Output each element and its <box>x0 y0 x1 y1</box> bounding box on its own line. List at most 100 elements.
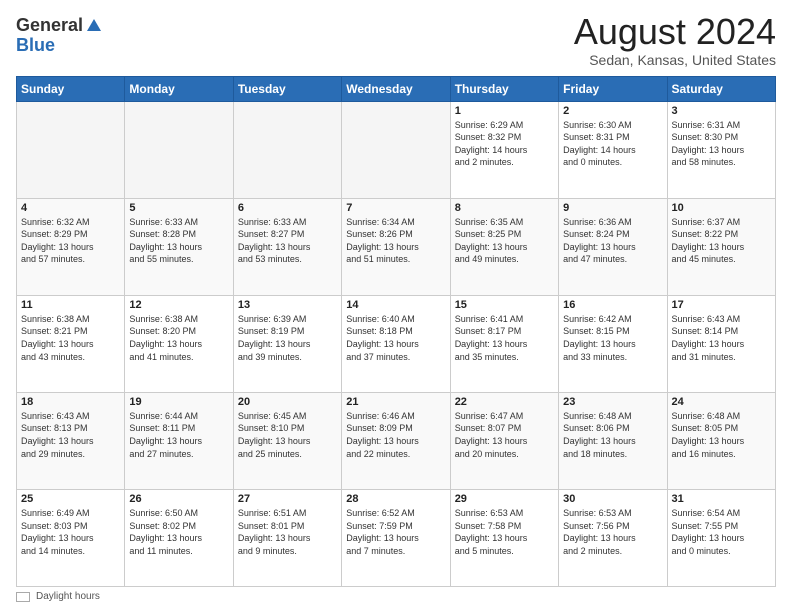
day-number: 29 <box>455 493 554 505</box>
day-number: 30 <box>563 493 662 505</box>
calendar-cell <box>17 101 125 198</box>
day-info: Sunrise: 6:53 AMSunset: 7:56 PMDaylight:… <box>563 507 662 557</box>
weekday-header: Sunday <box>17 76 125 101</box>
day-number: 25 <box>21 493 120 505</box>
day-info: Sunrise: 6:41 AMSunset: 8:17 PMDaylight:… <box>455 313 554 363</box>
location: Sedan, Kansas, United States <box>574 52 776 68</box>
calendar-cell: 26Sunrise: 6:50 AMSunset: 8:02 PMDayligh… <box>125 489 233 586</box>
day-number: 20 <box>238 396 337 408</box>
calendar-cell: 13 Sunrise: 6:39 AMSunset: 8:19 PMDayligh… <box>233 295 341 392</box>
day-number: 18 <box>21 396 120 408</box>
day-number: 31 <box>672 493 771 505</box>
weekday-header: Monday <box>125 76 233 101</box>
day-number: 15 <box>455 299 554 311</box>
day-info: Sunrise: 6:35 AMSunset: 8:25 PMDaylight:… <box>455 216 554 266</box>
day-info: Sunrise: 6:32 AMSunset: 8:29 PMDaylight:… <box>21 216 120 266</box>
day-number: 24 <box>672 396 771 408</box>
calendar-cell: 8 Sunrise: 6:35 AMSunset: 8:25 PMDaylight… <box>450 198 558 295</box>
day-number: 23 <box>563 396 662 408</box>
day-info: Sunrise: 6:53 AMSunset: 7:58 PMDaylight:… <box>455 507 554 557</box>
calendar-cell: 15 Sunrise: 6:41 AMSunset: 8:17 PMDayligh… <box>450 295 558 392</box>
day-number: 8 <box>455 202 554 214</box>
day-number: 5 <box>129 202 228 214</box>
month-title: August 2024 <box>574 12 776 52</box>
day-info: Sunrise: 6:36 AMSunset: 8:24 PMDaylight:… <box>563 216 662 266</box>
day-info: Sunrise: 6:43 AMSunset: 8:14 PMDaylight:… <box>672 313 771 363</box>
day-info: Sunrise: 6:39 AMSunset: 8:19 PMDaylight:… <box>238 313 337 363</box>
day-info: Sunrise: 6:33 AMSunset: 8:28 PMDaylight:… <box>129 216 228 266</box>
calendar-cell: 9 Sunrise: 6:36 AMSunset: 8:24 PMDaylight… <box>559 198 667 295</box>
calendar-cell <box>342 101 450 198</box>
day-info: Sunrise: 6:43 AMSunset: 8:13 PMDaylight:… <box>21 410 120 460</box>
day-number: 27 <box>238 493 337 505</box>
calendar-cell: 31 Sunrise: 6:54 AMSunset: 7:55 PMDayligh… <box>667 489 775 586</box>
logo: General Blue <box>16 16 103 56</box>
page: General Blue August 2024 Sedan, Kansas, … <box>0 0 792 612</box>
day-info: Sunrise: 6:30 AMSunset: 8:31 PMDaylight:… <box>563 119 662 169</box>
calendar-cell: 30 Sunrise: 6:53 AMSunset: 7:56 PMDayligh… <box>559 489 667 586</box>
calendar-cell: 11 Sunrise: 6:38 AMSunset: 8:21 PMDayligh… <box>17 295 125 392</box>
daylight-box <box>16 592 30 602</box>
day-number: 14 <box>346 299 445 311</box>
calendar-cell: 1Sunrise: 6:29 AMSunset: 8:32 PMDaylight… <box>450 101 558 198</box>
calendar-cell: 14 Sunrise: 6:40 AMSunset: 8:18 PMDayligh… <box>342 295 450 392</box>
calendar-cell: 18 Sunrise: 6:43 AMSunset: 8:13 PMDayligh… <box>17 392 125 489</box>
day-info: Sunrise: 6:51 AMSunset: 8:01 PMDaylight:… <box>238 507 337 557</box>
day-number: 2 <box>563 105 662 117</box>
calendar-cell: 23Sunrise: 6:48 AMSunset: 8:06 PMDayligh… <box>559 392 667 489</box>
logo-general-text: General <box>16 16 83 36</box>
day-number: 10 <box>672 202 771 214</box>
calendar-cell: 27 Sunrise: 6:51 AMSunset: 8:01 PMDayligh… <box>233 489 341 586</box>
day-number: 21 <box>346 396 445 408</box>
calendar-cell: 4 Sunrise: 6:32 AMSunset: 8:29 PMDaylight… <box>17 198 125 295</box>
calendar-cell: 25 Sunrise: 6:49 AMSunset: 8:03 PMDayligh… <box>17 489 125 586</box>
weekday-header: Friday <box>559 76 667 101</box>
calendar-cell <box>125 101 233 198</box>
day-info: Sunrise: 6:52 AMSunset: 7:59 PMDaylight:… <box>346 507 445 557</box>
daylight-label: Daylight hours <box>36 591 100 602</box>
day-number: 16 <box>563 299 662 311</box>
day-info: Sunrise: 6:31 AMSunset: 8:30 PMDaylight:… <box>672 119 771 169</box>
day-number: 11 <box>21 299 120 311</box>
calendar-cell: 19Sunrise: 6:44 AMSunset: 8:11 PMDayligh… <box>125 392 233 489</box>
day-info: Sunrise: 6:37 AMSunset: 8:22 PMDaylight:… <box>672 216 771 266</box>
title-block: August 2024 Sedan, Kansas, United States <box>574 12 776 68</box>
logo-icon <box>85 17 103 35</box>
day-info: Sunrise: 6:46 AMSunset: 8:09 PMDaylight:… <box>346 410 445 460</box>
day-number: 13 <box>238 299 337 311</box>
day-info: Sunrise: 6:42 AMSunset: 8:15 PMDaylight:… <box>563 313 662 363</box>
day-info: Sunrise: 6:34 AMSunset: 8:26 PMDaylight:… <box>346 216 445 266</box>
calendar-cell: 3 Sunrise: 6:31 AMSunset: 8:30 PMDaylight… <box>667 101 775 198</box>
day-number: 28 <box>346 493 445 505</box>
calendar-cell: 29 Sunrise: 6:53 AMSunset: 7:58 PMDayligh… <box>450 489 558 586</box>
calendar-header: SundayMondayTuesdayWednesdayThursdayFrid… <box>17 76 776 101</box>
day-info: Sunrise: 6:49 AMSunset: 8:03 PMDaylight:… <box>21 507 120 557</box>
day-number: 4 <box>21 202 120 214</box>
weekday-header: Tuesday <box>233 76 341 101</box>
day-number: 12 <box>129 299 228 311</box>
calendar-cell: 6Sunrise: 6:33 AMSunset: 8:27 PMDaylight… <box>233 198 341 295</box>
day-info: Sunrise: 6:29 AMSunset: 8:32 PMDaylight:… <box>455 119 554 169</box>
day-number: 9 <box>563 202 662 214</box>
calendar-cell: 5 Sunrise: 6:33 AMSunset: 8:28 PMDaylight… <box>125 198 233 295</box>
day-number: 3 <box>672 105 771 117</box>
footer: Daylight hours <box>16 591 776 602</box>
day-number: 17 <box>672 299 771 311</box>
day-info: Sunrise: 6:38 AMSunset: 8:21 PMDaylight:… <box>21 313 120 363</box>
calendar-cell: 17 Sunrise: 6:43 AMSunset: 8:14 PMDayligh… <box>667 295 775 392</box>
weekday-header: Wednesday <box>342 76 450 101</box>
calendar-cell: 12Sunrise: 6:38 AMSunset: 8:20 PMDayligh… <box>125 295 233 392</box>
calendar-cell: 10 Sunrise: 6:37 AMSunset: 8:22 PMDayligh… <box>667 198 775 295</box>
calendar-cell: 2 Sunrise: 6:30 AMSunset: 8:31 PMDaylight… <box>559 101 667 198</box>
calendar-cell: 7Sunrise: 6:34 AMSunset: 8:26 PMDaylight… <box>342 198 450 295</box>
header: General Blue August 2024 Sedan, Kansas, … <box>16 12 776 68</box>
calendar-cell <box>233 101 341 198</box>
day-number: 19 <box>129 396 228 408</box>
day-number: 26 <box>129 493 228 505</box>
day-info: Sunrise: 6:54 AMSunset: 7:55 PMDaylight:… <box>672 507 771 557</box>
calendar-cell: 22Sunrise: 6:47 AMSunset: 8:07 PMDayligh… <box>450 392 558 489</box>
day-info: Sunrise: 6:33 AMSunset: 8:27 PMDaylight:… <box>238 216 337 266</box>
day-info: Sunrise: 6:40 AMSunset: 8:18 PMDaylight:… <box>346 313 445 363</box>
calendar-cell: 16 Sunrise: 6:42 AMSunset: 8:15 PMDayligh… <box>559 295 667 392</box>
calendar-cell: 21 Sunrise: 6:46 AMSunset: 8:09 PMDayligh… <box>342 392 450 489</box>
